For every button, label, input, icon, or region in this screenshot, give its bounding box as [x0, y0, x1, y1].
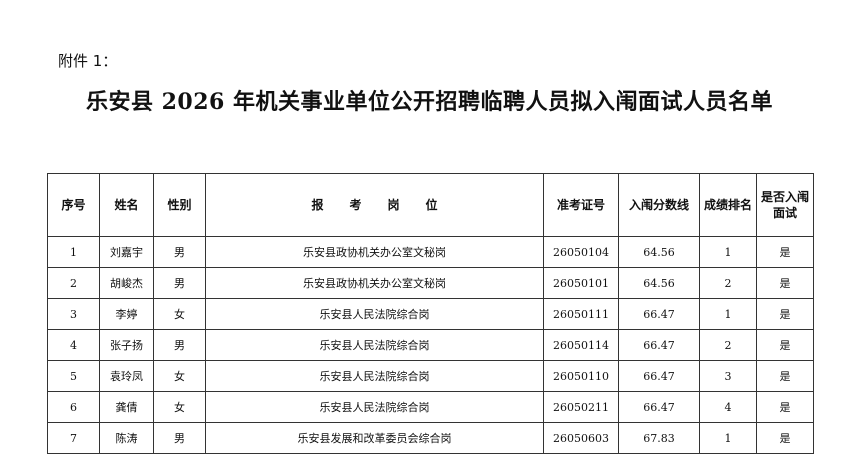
header-name: 姓名 [99, 173, 154, 237]
header-cutoff: 入闱分数线 [618, 173, 700, 237]
cell-interview: 是 [756, 298, 814, 330]
cell-post: 乐安县发展和改革委员会综合岗 [205, 422, 544, 454]
cell-gender: 男 [153, 422, 206, 454]
cell-name: 袁玲凤 [99, 360, 154, 392]
cell-post: 乐安县人民法院综合岗 [205, 298, 544, 330]
cell-ticket: 26050104 [543, 236, 619, 268]
cell-interview: 是 [756, 267, 814, 299]
header-seq: 序号 [47, 173, 100, 237]
cell-interview: 是 [756, 236, 814, 268]
cell-seq: 7 [47, 422, 100, 454]
cell-seq: 3 [47, 298, 100, 330]
cell-ticket: 26050110 [543, 360, 619, 392]
cell-name: 龚倩 [99, 391, 154, 423]
table-row: 3 李婷 女 乐安县人民法院综合岗 26050111 66.47 1 是 [47, 298, 814, 330]
cell-name: 刘嘉宇 [99, 236, 154, 268]
cell-seq: 1 [47, 236, 100, 268]
cell-gender: 女 [153, 360, 206, 392]
cell-rank: 1 [699, 236, 757, 268]
cell-seq: 4 [47, 329, 100, 361]
cell-interview: 是 [756, 360, 814, 392]
cell-post: 乐安县人民法院综合岗 [205, 329, 544, 361]
cell-post: 乐安县政协机关办公室文秘岗 [205, 267, 544, 299]
header-post: 报考岗位 [205, 173, 544, 237]
cell-interview: 是 [756, 422, 814, 454]
table-row: 2 胡峻杰 男 乐安县政协机关办公室文秘岗 26050101 64.56 2 是 [47, 267, 814, 299]
cell-ticket: 26050111 [543, 298, 619, 330]
table-row: 4 张子扬 男 乐安县人民法院综合岗 26050114 66.47 2 是 [47, 329, 814, 361]
cell-gender: 男 [153, 236, 206, 268]
cell-ticket: 26050101 [543, 267, 619, 299]
cell-seq: 2 [47, 267, 100, 299]
header-rank: 成绩排名 [699, 173, 757, 237]
document-title: 乐安县 2026 年机关事业单位公开招聘临聘人员拟入闱面试人员名单 [85, 89, 774, 115]
cell-post: 乐安县政协机关办公室文秘岗 [205, 236, 544, 268]
cell-cutoff: 66.47 [618, 391, 700, 423]
table-row: 7 陈涛 男 乐安县发展和改革委员会综合岗 26050603 67.83 1 是 [47, 422, 814, 454]
table-row: 6 龚倩 女 乐安县人民法院综合岗 26050211 66.47 4 是 [47, 391, 814, 423]
document-page: 附件 1： 乐安县 2026 年机关事业单位公开招聘临聘人员拟入闱面试人员名单 … [0, 0, 859, 460]
cell-cutoff: 64.56 [618, 236, 700, 268]
candidate-table: 序号 姓名 性别 报考岗位 准考证号 入闱分数线 成绩排名 是否入闱面试 1 刘… [47, 173, 814, 454]
cell-post: 乐安县人民法院综合岗 [205, 391, 544, 423]
table-header-row: 序号 姓名 性别 报考岗位 准考证号 入闱分数线 成绩排名 是否入闱面试 [47, 173, 814, 237]
cell-interview: 是 [756, 391, 814, 423]
header-ticket: 准考证号 [543, 173, 619, 237]
cell-name: 陈涛 [99, 422, 154, 454]
cell-name: 张子扬 [99, 329, 154, 361]
cell-seq: 6 [47, 391, 100, 423]
cell-cutoff: 66.47 [618, 298, 700, 330]
cell-ticket: 26050603 [543, 422, 619, 454]
table-row: 1 刘嘉宇 男 乐安县政协机关办公室文秘岗 26050104 64.56 1 是 [47, 236, 814, 268]
cell-interview: 是 [756, 329, 814, 361]
header-interview: 是否入闱面试 [756, 173, 814, 237]
cell-gender: 女 [153, 298, 206, 330]
cell-rank: 1 [699, 298, 757, 330]
cell-gender: 女 [153, 391, 206, 423]
cell-seq: 5 [47, 360, 100, 392]
cell-cutoff: 66.47 [618, 360, 700, 392]
cell-gender: 男 [153, 329, 206, 361]
cell-ticket: 26050211 [543, 391, 619, 423]
cell-ticket: 26050114 [543, 329, 619, 361]
cell-cutoff: 64.56 [618, 267, 700, 299]
cell-rank: 4 [699, 391, 757, 423]
cell-gender: 男 [153, 267, 206, 299]
cell-cutoff: 67.83 [618, 422, 700, 454]
cell-name: 李婷 [99, 298, 154, 330]
header-gender: 性别 [153, 173, 206, 237]
cell-post: 乐安县人民法院综合岗 [205, 360, 544, 392]
table-row: 5 袁玲凤 女 乐安县人民法院综合岗 26050110 66.47 3 是 [47, 360, 814, 392]
cell-rank: 2 [699, 267, 757, 299]
cell-cutoff: 66.47 [618, 329, 700, 361]
cell-rank: 1 [699, 422, 757, 454]
cell-rank: 3 [699, 360, 757, 392]
cell-rank: 2 [699, 329, 757, 361]
cell-name: 胡峻杰 [99, 267, 154, 299]
attachment-label: 附件 1： [58, 52, 118, 70]
